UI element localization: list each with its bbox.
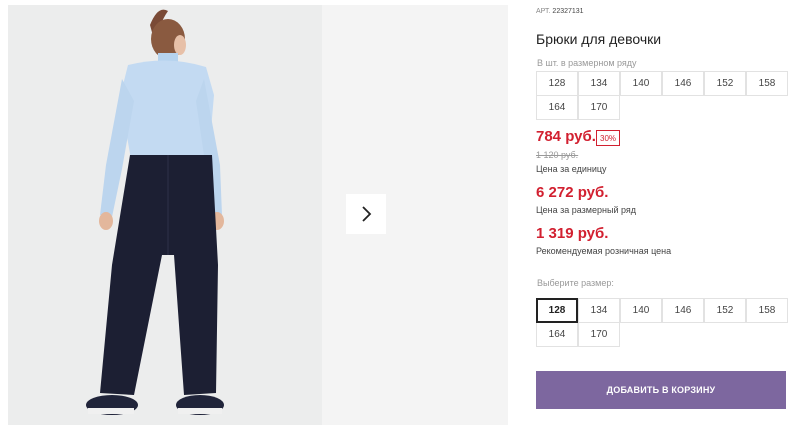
product-gallery <box>0 0 508 425</box>
product-title: Брюки для девочки <box>536 31 662 47</box>
size-option[interactable]: 170 <box>578 322 620 347</box>
chevron-right-icon <box>362 206 372 222</box>
size-option[interactable]: 134 <box>578 298 620 323</box>
unit-price-caption: Цена за единицу <box>536 164 607 174</box>
size-run-price: 6 272 руб. <box>536 184 609 201</box>
size-run-cell: 128 <box>536 71 578 96</box>
size-option[interactable]: 164 <box>536 322 578 347</box>
product-photo[interactable] <box>8 5 322 425</box>
unit-price: 784 руб. <box>536 128 596 145</box>
add-to-cart-button[interactable]: ДОБАВИТЬ В КОРЗИНУ <box>536 371 786 409</box>
retail-price-caption: Рекомендуемая розничная цена <box>536 246 672 256</box>
retail-price: 1 319 руб. <box>536 225 609 242</box>
size-run-cell: 134 <box>578 71 620 96</box>
size-option[interactable]: 146 <box>662 298 704 323</box>
size-run-cell: 140 <box>620 71 662 96</box>
choose-size-label: Выберите размер: <box>537 278 614 288</box>
next-image-button[interactable] <box>346 194 386 234</box>
size-selector: 128 134 140 146 152 158 164 170 <box>536 298 788 347</box>
sku-label: АРТ. <box>536 8 551 15</box>
girl-in-trousers-image <box>8 5 322 425</box>
size-option[interactable]: 152 <box>704 298 746 323</box>
size-run-grid: 128 134 140 146 152 158 164 170 <box>536 71 788 120</box>
discount-badge: 30% <box>596 130 621 146</box>
size-run-cell: 152 <box>704 71 746 96</box>
size-run-hint: В шт. в размерном ряду <box>537 58 637 68</box>
sku-value: 22327131 <box>552 8 584 15</box>
size-option-selected[interactable]: 128 <box>536 298 578 323</box>
size-option[interactable]: 158 <box>746 298 788 323</box>
size-run-cell: 164 <box>536 95 578 120</box>
size-run-cell: 146 <box>662 71 704 96</box>
size-option[interactable]: 140 <box>620 298 662 323</box>
old-price: 1 120 руб. <box>536 150 579 160</box>
sku: АРТ. 22327131 <box>536 8 584 15</box>
size-run-cell: 170 <box>578 95 620 120</box>
size-run-cell: 158 <box>746 71 788 96</box>
size-run-price-caption: Цена за размерный ряд <box>536 205 637 215</box>
